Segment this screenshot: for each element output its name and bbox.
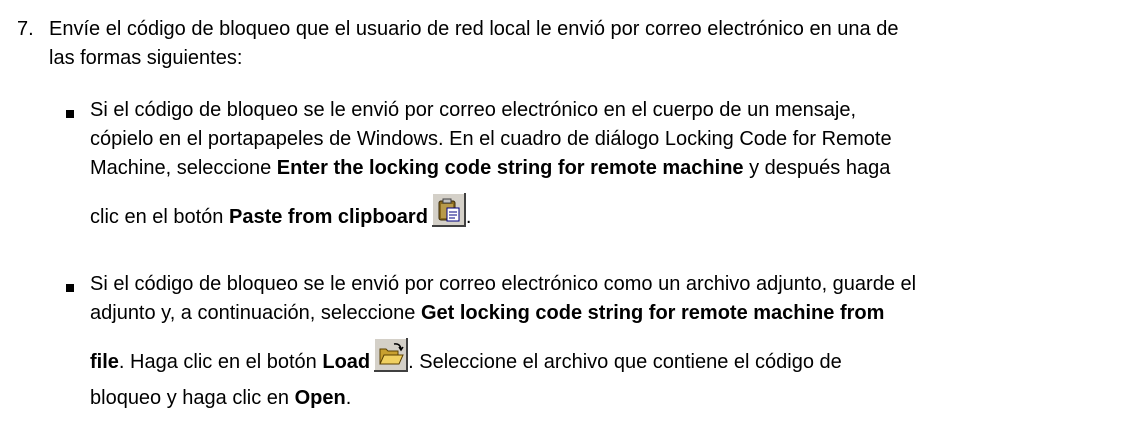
button-name: Load [322,351,371,373]
list-item-paste: Si el código de bloqueo se le envió por … [90,96,1120,239]
bullet-marker [66,284,74,292]
button-name: Open [294,387,346,409]
list-item-line: cópielo en el portapapeles de Windows. E… [90,128,892,150]
paste-clipboard-icon[interactable] [430,192,466,227]
list-item-line: Si el código de bloqueo se le envió por … [90,99,857,121]
list-item-load: Si el código de bloqueo se le envió por … [90,270,1120,413]
bullet-marker [66,110,74,118]
button-name: Paste from clipboard [228,206,428,228]
list-item-line: file. Haga clic en el botón Load . Selec… [90,328,1120,384]
step-number: 7. [17,18,34,40]
list-item-line: clic en el botón Paste from clipboard . [90,183,1120,239]
list-item-line: Si el código de bloqueo se le envió por … [90,273,917,295]
list-item-line: adjunto y, a continuación, seleccione Ge… [90,302,885,324]
step-text: Envíe el código de bloqueo que el usuari… [49,15,1119,73]
step-text-line: Envíe el código de bloqueo que el usuari… [49,18,899,40]
list-item-line: Machine, seleccione Enter the locking co… [90,157,891,179]
open-folder-icon[interactable] [373,337,409,372]
list-item-line: bloqueo y haga clic en Open. [90,387,352,409]
option-label: file [90,351,119,373]
option-label: Enter the locking code string for remote… [276,157,744,179]
option-label: Get locking code string for remote machi… [420,302,885,324]
step-text-line: las formas siguientes: [49,47,243,69]
